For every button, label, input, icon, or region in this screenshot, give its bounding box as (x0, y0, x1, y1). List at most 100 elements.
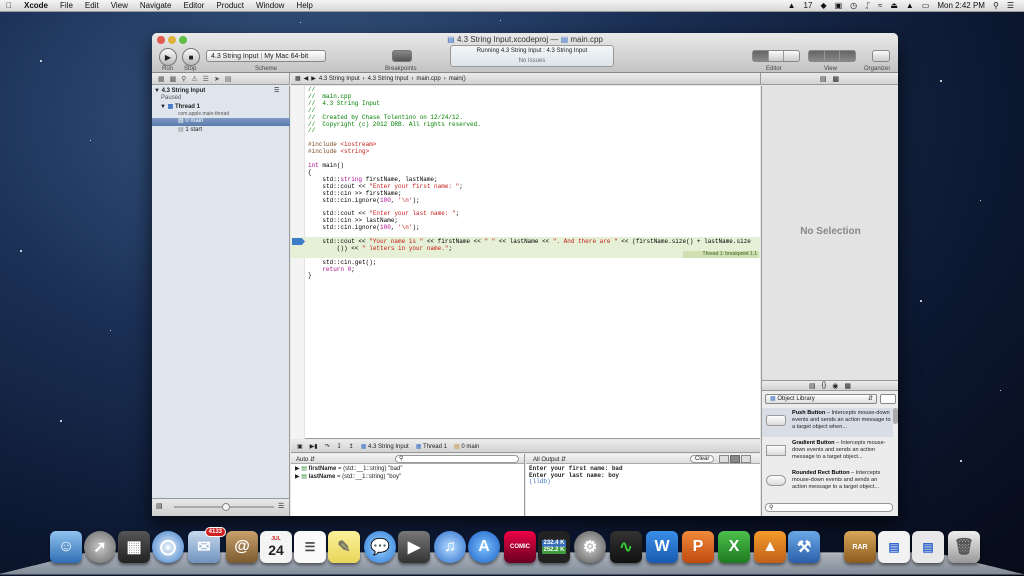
eject-icon[interactable]: ⏏ (886, 0, 902, 12)
step-into-icon[interactable]: ↧ (337, 443, 342, 450)
project-navigator-icon[interactable]: ▦ (158, 75, 165, 83)
thread-item[interactable]: ▼ ▦ Thread 1 (160, 104, 298, 111)
battery-icon[interactable]: ▭ (918, 0, 934, 12)
finder-icon[interactable]: ☺ (50, 531, 82, 563)
activity-monitor-icon[interactable]: ∿ (610, 531, 642, 563)
menu-xcode[interactable]: Xcode (18, 0, 54, 12)
library-item-gradient-button[interactable]: Gradient Button – Intercepts mouse-down … (762, 438, 893, 467)
time-machine-icon[interactable]: ◷ (846, 0, 861, 12)
debug-crumb-frame[interactable]: ▤ 0 main (454, 443, 479, 450)
reminders-icon[interactable]: ☰ (294, 531, 326, 563)
menu-navigate[interactable]: Navigate (134, 0, 178, 12)
breakpoints-button[interactable] (392, 50, 412, 62)
menu-file[interactable]: File (54, 0, 79, 12)
breakpoint-navigator-icon[interactable]: ➤ (214, 75, 220, 83)
clear-console-button[interactable]: Clear (690, 455, 714, 463)
file-template-library-icon[interactable]: ▤ (809, 382, 816, 390)
process-item[interactable]: ▼ 4.3 String Input (154, 88, 292, 95)
powerpoint-icon[interactable]: P (682, 531, 714, 563)
source-editor[interactable]: // // main.cpp // 4.3 String Input // //… (291, 86, 760, 439)
slider-knob[interactable] (222, 503, 230, 511)
excel-icon[interactable]: X (718, 531, 750, 563)
jump-crumb-symbol[interactable]: main() (449, 76, 466, 82)
notes-icon[interactable]: ✎ (328, 531, 360, 563)
library-item-push-button[interactable]: Push Button – Intercepts mouse-down even… (762, 408, 893, 437)
variable-row[interactable]: ▶ ▤ lastName = (std::__1::string) "boy" (291, 472, 524, 482)
run-button[interactable]: ▶ (159, 48, 177, 66)
debug-options-icon[interactable]: ☰ (274, 88, 286, 95)
console-output[interactable]: Enter your first name: bad Enter your las… (526, 464, 760, 488)
editor-mode-control[interactable] (752, 50, 800, 62)
quick-help-icon[interactable]: ▩ (833, 75, 840, 83)
library-item-rounded-rect-button[interactable]: Rounded Rect Button – Intercepts mouse-d… (762, 468, 893, 497)
facetime-icon[interactable]: ▶ (398, 531, 430, 563)
filter-menu-icon[interactable]: ☰ (278, 502, 284, 510)
variables-search-input[interactable]: ⚲ (395, 455, 519, 463)
issue-navigator-icon[interactable]: ⚠ (191, 75, 197, 83)
bluetooth-icon[interactable]: ᛢ (861, 0, 874, 12)
debug-crumb-thread[interactable]: ▦ Thread 1 (416, 443, 447, 450)
debug-navigator-icon[interactable]: ☰ (203, 75, 209, 83)
app-store-icon[interactable]: A (468, 531, 500, 563)
frame-0-main[interactable]: ▤ 0 main (152, 118, 290, 126)
file-inspector-icon[interactable]: ▤ (820, 75, 827, 83)
mail-icon[interactable]: ✉ 4133 (188, 531, 220, 563)
console-layout-control[interactable] (719, 455, 751, 463)
notification-center-icon[interactable]: ☰ (1003, 0, 1018, 12)
status-count[interactable]: 17 (800, 0, 817, 12)
safari-icon[interactable]: ⨀ (152, 531, 184, 563)
console-view[interactable]: All Output ⇵ Clear Enter your first name… (526, 454, 760, 516)
comic-life-icon[interactable]: COMIC (504, 531, 536, 563)
downloads-stack-icon[interactable]: ▤ (912, 531, 944, 563)
messages-icon[interactable]: 💬 (364, 531, 396, 563)
show-both-icon[interactable] (730, 455, 740, 463)
word-icon[interactable]: W (646, 531, 678, 563)
contacts-icon[interactable]: @ (226, 531, 258, 563)
menu-editor[interactable]: Editor (177, 0, 210, 12)
scheme-popup[interactable]: 4.3 String Input | My Mac 64-bit (206, 50, 326, 62)
launchpad-icon[interactable]: ➚ (84, 531, 116, 563)
step-over-icon[interactable]: ↷ (325, 443, 330, 450)
library-scrollbar[interactable] (893, 408, 898, 424)
frame-1-start[interactable]: ▤ 1 start (152, 127, 290, 134)
show-only-crashed-icon[interactable]: ▤ (156, 502, 163, 510)
xcode-icon[interactable]: ⚒ (788, 531, 820, 563)
related-files-icon[interactable]: ▦ (295, 75, 301, 82)
object-library-icon[interactable]: ◉ (832, 382, 838, 390)
code-snippet-library-icon[interactable]: {} (822, 382, 827, 389)
spotlight-icon[interactable]: ⚲ (989, 0, 1003, 12)
back-icon[interactable]: ◀ (304, 75, 309, 82)
system-preferences-icon[interactable]: ⚙ (574, 531, 606, 563)
calendar-icon[interactable]: JUL 24 (260, 531, 292, 563)
menu-help[interactable]: Help (290, 0, 318, 12)
clock[interactable]: Mon 2:42 PM (933, 0, 989, 12)
search-navigator-icon[interactable]: ⚲ (181, 75, 186, 83)
editor-gutter[interactable] (291, 86, 305, 439)
continue-icon[interactable]: ▶▮ (310, 443, 318, 450)
stop-button[interactable]: ■ (182, 48, 200, 66)
variables-scope-popup[interactable]: Auto ⇵ (296, 456, 315, 463)
console-scope-popup[interactable]: All Output ⇵ (533, 456, 566, 463)
dropbox-icon[interactable]: ◆ (816, 0, 830, 12)
menu-window[interactable]: Window (250, 0, 290, 12)
show-variables-icon[interactable] (719, 455, 729, 463)
organizer-button[interactable] (872, 50, 890, 62)
mission-control-icon[interactable]: ▦ (118, 531, 150, 563)
library-selector[interactable]: ▦ Object Library ⇵ (765, 394, 877, 404)
adobe-icon[interactable]: ▲ (784, 0, 800, 12)
volume-icon[interactable]: ▲ (902, 0, 918, 12)
forward-icon[interactable]: ▶ (311, 75, 316, 82)
itunes-icon[interactable]: ♫ (434, 531, 466, 563)
view-control[interactable] (808, 50, 856, 62)
jump-crumb-folder[interactable]: 4.3 String Input (368, 76, 409, 82)
trash-icon[interactable]: 🗑 (948, 531, 980, 563)
media-library-icon[interactable]: ▦ (844, 382, 851, 390)
menu-product[interactable]: Product (210, 0, 250, 12)
camera-icon[interactable]: ▣ (831, 0, 847, 12)
hide-debug-area-icon[interactable]: ▣ (297, 443, 303, 450)
rar-archive-icon[interactable]: RAR (844, 531, 876, 563)
apple-menu-icon[interactable]:  (0, 0, 18, 12)
menu-edit[interactable]: Edit (79, 0, 105, 12)
jump-crumb-project[interactable]: 4.3 String Input (319, 76, 360, 82)
debug-crumb-process[interactable]: ▦ 4.3 String Input (361, 443, 409, 450)
